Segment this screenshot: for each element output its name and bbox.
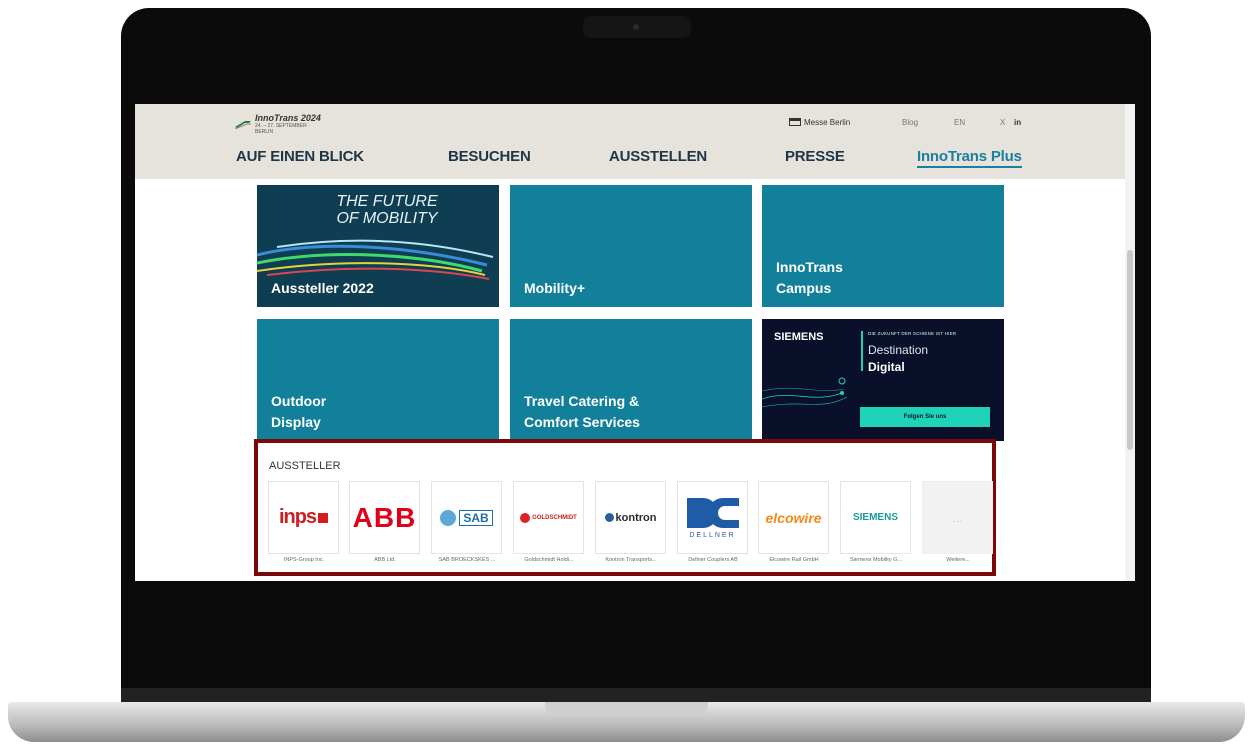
laptop-groove bbox=[545, 702, 708, 716]
nav-ausstellen[interactable]: AUSSTELLEN bbox=[609, 148, 707, 165]
exhibitor-dellner[interactable]: DELLNER bbox=[677, 481, 748, 554]
tile-aussteller-2022[interactable]: THE FUTURE OF MOBILITY Aussteller 2022 bbox=[257, 185, 499, 307]
x-icon[interactable]: X bbox=[1000, 118, 1005, 127]
more-dots-icon: ... bbox=[952, 510, 963, 525]
exhibitor-name: Siemens Mobility G... bbox=[850, 557, 902, 563]
tile-travel-catering[interactable]: Travel Catering & Comfort Services bbox=[510, 319, 752, 441]
exhibitor-more[interactable]: ... bbox=[922, 481, 993, 554]
inps-logo-text: inps bbox=[278, 506, 317, 528]
tile-label: Outdoor Display bbox=[271, 393, 327, 430]
sab-logo bbox=[440, 509, 457, 526]
dellner-logo: DELLNER bbox=[689, 532, 736, 539]
ad-digital: Digital bbox=[868, 360, 905, 374]
exhibitor-siemens[interactable]: SIEMENS bbox=[840, 481, 911, 554]
building-icon bbox=[789, 118, 801, 126]
nav-besuchen[interactable]: BESUCHEN bbox=[448, 148, 531, 165]
inps-logo: inps bbox=[278, 506, 329, 529]
exhibitor-name: Weitere... bbox=[946, 557, 970, 563]
ad-tagline: DIE ZUKUNFT DER SCHIENE IST HIER bbox=[868, 331, 957, 336]
exhibitor-highlight-box: AUSSTELLER inps INPS-Group Inc. ABB ABB … bbox=[254, 439, 996, 576]
ad-divider bbox=[861, 331, 863, 371]
future-of-mobility-text: THE FUTURE OF MOBILITY bbox=[336, 193, 438, 227]
nav-innotrans-plus[interactable]: InnoTrans Plus bbox=[917, 148, 1022, 168]
exhibitor-name: ABB Ltd. bbox=[374, 557, 396, 563]
tile-outdoor-display[interactable]: Outdoor Display bbox=[257, 319, 499, 441]
exhibitor-kontron[interactable]: kontron bbox=[595, 481, 666, 554]
siemens-logo: SIEMENS bbox=[852, 512, 898, 523]
messe-berlin-label: Messe Berlin bbox=[804, 118, 851, 127]
tile-label: Mobility+ bbox=[524, 280, 586, 296]
exhibitor-name: Goldschmidt Holdi... bbox=[524, 557, 574, 563]
kontron-logo: kontron bbox=[615, 511, 657, 524]
goldschmidt-icon bbox=[520, 512, 531, 523]
exhibitor-name: INPS-Group Inc. bbox=[283, 557, 325, 563]
logo-title: InnoTrans 2024 bbox=[255, 113, 321, 123]
exhibitor-elcowire[interactable]: elcowire bbox=[758, 481, 829, 554]
goldschmidt-logo: GOLDSCHMIDT bbox=[532, 514, 577, 521]
abb-logo: ABB bbox=[352, 501, 417, 533]
language-switch[interactable]: EN bbox=[954, 118, 965, 127]
exhibitor-name: Kontron Transports... bbox=[605, 557, 657, 563]
blog-link[interactable]: Blog bbox=[902, 118, 918, 127]
messe-berlin-link[interactable]: Messe Berlin bbox=[789, 118, 850, 127]
exhibitors-heading: AUSSTELLER bbox=[269, 460, 341, 472]
innotrans-logo[interactable]: InnoTrans 2024 24. – 27. SEPTEMBER · BER… bbox=[235, 113, 325, 135]
ad-destination: Destination bbox=[868, 343, 929, 357]
nav-auf-einen-blick[interactable]: AUF EINEN BLICK bbox=[236, 148, 364, 165]
exhibitor-name: SAB BROECKSKES ... bbox=[438, 557, 496, 563]
train-logo-icon bbox=[235, 121, 251, 129]
camera-icon bbox=[633, 24, 639, 30]
tile-label: Aussteller 2022 bbox=[271, 280, 374, 296]
exhibitor-inps[interactable]: inps bbox=[268, 481, 339, 554]
tile-label: Travel Catering & Comfort Services bbox=[524, 393, 640, 430]
exhibitor-sab[interactable]: SAB bbox=[431, 481, 502, 554]
dellner-logo-mark bbox=[686, 498, 739, 528]
sab-logo-text: SAB bbox=[459, 509, 493, 526]
tile-mobility-plus[interactable]: Mobility+ bbox=[510, 185, 752, 307]
kontron-icon bbox=[604, 513, 614, 522]
siemens-ad-brand: SIEMENS bbox=[774, 331, 824, 343]
exhibitor-name: Elcowire Rail GmbH bbox=[769, 557, 819, 563]
site-header: InnoTrans 2024 24. – 27. SEPTEMBER · BER… bbox=[135, 104, 1135, 179]
linkedin-icon[interactable]: in bbox=[1014, 118, 1021, 127]
scrollbar-thumb[interactable] bbox=[1127, 250, 1133, 450]
tile-label: InnoTrans Campus bbox=[776, 259, 843, 296]
elcowire-logo: elcowire bbox=[765, 509, 822, 526]
exhibitor-abb[interactable]: ABB bbox=[349, 481, 420, 554]
follow-us-button[interactable]: Folgen Sie uns bbox=[860, 407, 990, 427]
tile-innotrans-campus[interactable]: InnoTrans Campus bbox=[762, 185, 1004, 307]
exhibitor-name: Dellner Couplers AB bbox=[688, 557, 738, 563]
exhibitor-goldschmidt[interactable]: GOLDSCHMIDT bbox=[513, 481, 584, 554]
nav-presse[interactable]: PRESSE bbox=[785, 148, 845, 165]
siemens-ad-tile[interactable]: SIEMENS DIE ZUKUNFT DER SCHIENE IST HIER… bbox=[762, 319, 1004, 441]
logo-date: 24. – 27. SEPTEMBER · BERLIN bbox=[255, 123, 310, 135]
